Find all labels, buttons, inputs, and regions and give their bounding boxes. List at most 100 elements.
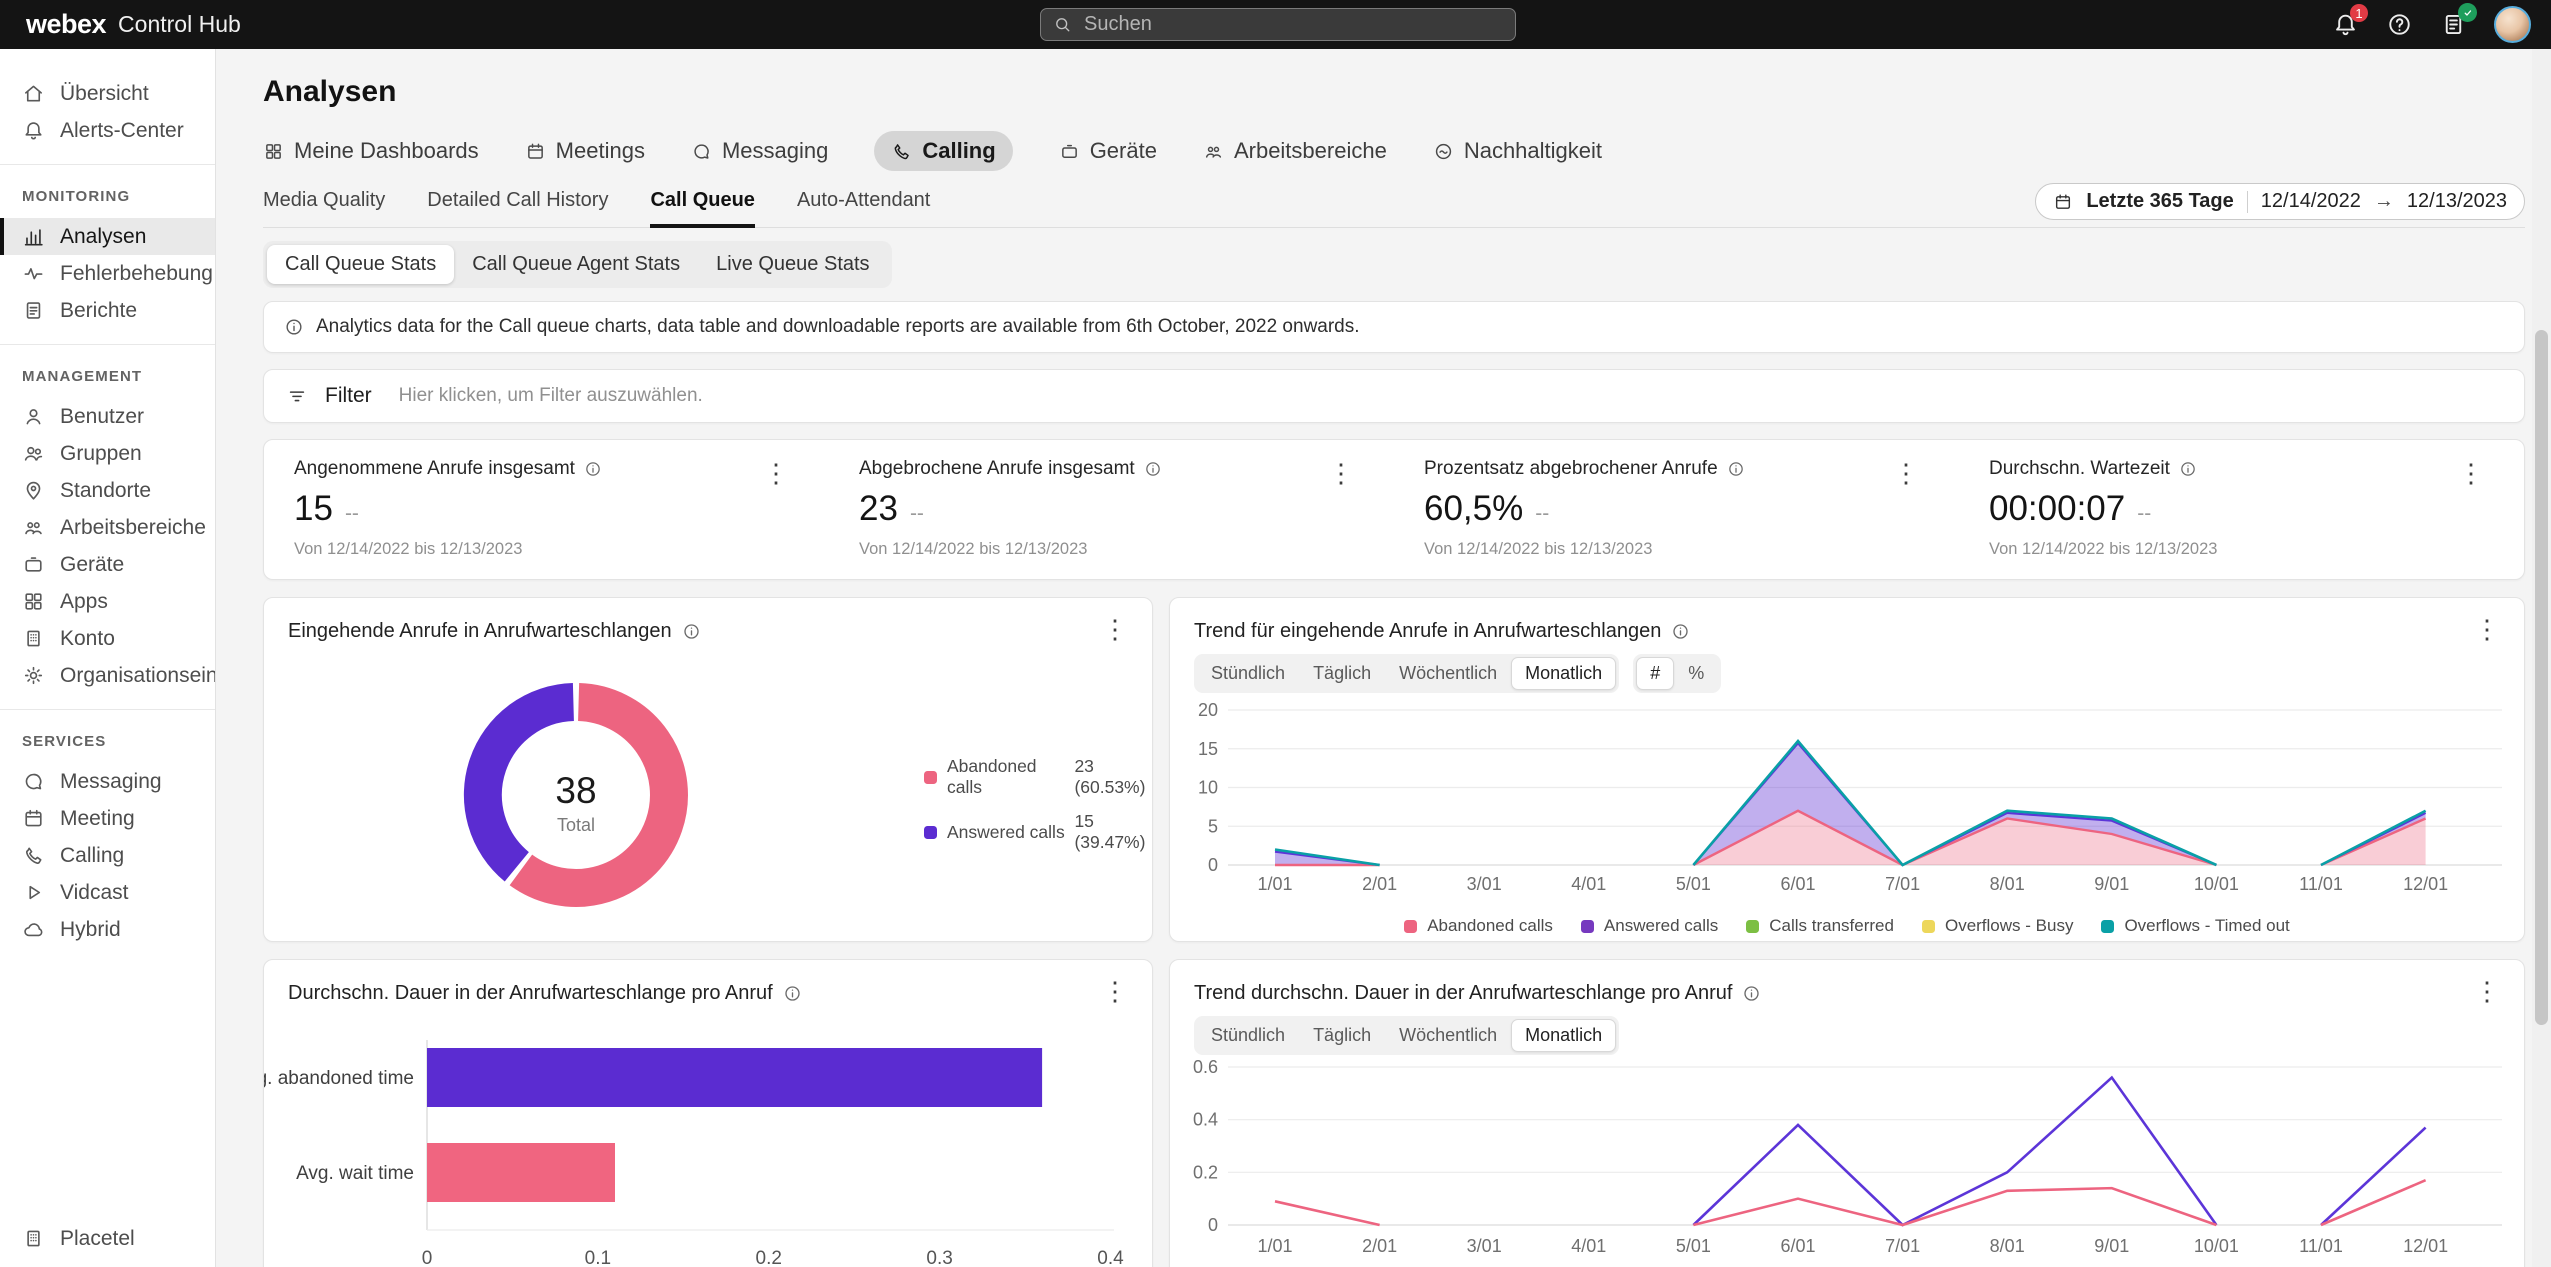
sidebar-item-calling[interactable]: Calling [0, 837, 215, 874]
sidebar-item-standorte[interactable]: Standorte [0, 472, 215, 509]
trend-calls-unit: #% [1633, 654, 1721, 693]
svg-text:4/01: 4/01 [1571, 874, 1606, 894]
sidebar-item-bersicht[interactable]: Übersicht [0, 75, 215, 112]
global-search[interactable] [1040, 8, 1516, 41]
tab-meine-dashboards[interactable]: Meine Dashboards [263, 131, 479, 171]
trend-calls-interval-t-glich[interactable]: Täglich [1299, 657, 1385, 690]
trend-duration-interval-st-ndlich[interactable]: Stündlich [1197, 1019, 1299, 1052]
info-icon [1727, 460, 1745, 478]
trend-duration-chart: 0.60.40.201/012/013/014/015/016/017/018/… [1170, 1060, 2526, 1267]
svg-text:15: 15 [1198, 739, 1218, 759]
webex-logo: webex [26, 9, 106, 40]
info-icon [284, 317, 304, 337]
scrollbar-thumb[interactable] [2535, 330, 2548, 1025]
legend-item: Abandoned calls23 (60.53%) [924, 756, 1160, 798]
info-icon[interactable] [1671, 622, 1690, 641]
info-banner: Analytics data for the Call queue charts… [263, 301, 2525, 353]
trend-calls-unit-%[interactable]: % [1674, 657, 1718, 690]
sidebar-item-vidcast[interactable]: Vidcast [0, 874, 215, 911]
pill-call-queue-stats[interactable]: Call Queue Stats [267, 245, 454, 284]
kpi-angenommene-anrufe-insgesamt: Angenommene Anrufe insgesamt ⋮ 15-- Von … [264, 458, 829, 559]
kebab-menu-icon[interactable]: ⋮ [2458, 460, 2484, 486]
tab-ger-te[interactable]: Geräte [1059, 131, 1157, 171]
svg-text:8/01: 8/01 [1990, 874, 2025, 894]
trend-calls-unit-#[interactable]: # [1636, 657, 1674, 690]
sidebar-item-benutzer[interactable]: Benutzer [0, 398, 215, 435]
svg-text:Avg. abandoned time: Avg. abandoned time [264, 1068, 414, 1089]
tab-calling[interactable]: Calling [874, 131, 1012, 171]
calendar-icon [2053, 192, 2073, 212]
sidebar-item-meeting[interactable]: Meeting [0, 800, 215, 837]
trend-duration-interval-monatlich[interactable]: Monatlich [1511, 1019, 1616, 1052]
trend-duration-interval-t-glich[interactable]: Täglich [1299, 1019, 1385, 1052]
kebab-menu-icon[interactable]: ⋮ [1893, 460, 1919, 486]
kebab-menu-icon[interactable]: ⋮ [2474, 616, 2500, 642]
tasks-button[interactable] [2440, 11, 2467, 38]
sidebar-item-hybrid[interactable]: Hybrid [0, 911, 215, 948]
sidebar-item-ger-te[interactable]: Geräte [0, 546, 215, 583]
kpi-durchschn-wartezeit: Durchschn. Wartezeit ⋮ 00:00:07-- Von 12… [1959, 458, 2524, 559]
subtab-detailed-call-history[interactable]: Detailed Call History [427, 179, 608, 227]
info-icon [1144, 460, 1162, 478]
sidebar-item-arbeitsbereiche[interactable]: Arbeitsbereiche [0, 509, 215, 546]
avatar[interactable] [2494, 6, 2531, 43]
report-icon [22, 299, 45, 322]
svg-text:11/01: 11/01 [2299, 1236, 2343, 1256]
filter-bar[interactable]: Filter Hier klicken, um Filter auszuwähl… [263, 369, 2525, 423]
trend-calls-interval-st-ndlich[interactable]: Stündlich [1197, 657, 1299, 690]
date-range-picker[interactable]: Letzte 365 Tage 12/14/2022 → 12/13/2023 [2035, 183, 2525, 220]
sidebar-item-apps[interactable]: Apps [0, 583, 215, 620]
trend-calls-interval-w-chentlich[interactable]: Wöchentlich [1385, 657, 1511, 690]
search-input[interactable] [1082, 12, 1503, 37]
svg-text:12/01: 12/01 [2403, 1236, 2448, 1256]
divider [0, 164, 215, 165]
kebab-menu-icon[interactable]: ⋮ [1328, 460, 1354, 486]
trend-calls-legend: Abandoned callsAnswered callsCalls trans… [1170, 916, 2524, 936]
sidebar-item-messaging[interactable]: Messaging [0, 763, 215, 800]
info-icon[interactable] [783, 984, 802, 1003]
tab-messaging[interactable]: Messaging [691, 131, 828, 171]
sidebar-item-placetel[interactable]: Placetel [0, 1220, 215, 1257]
info-icon [1742, 984, 1761, 1003]
sidebar-item-fehlerbehebung[interactable]: Fehlerbehebung [0, 255, 215, 292]
tab-nachhaltigkeit[interactable]: Nachhaltigkeit [1433, 131, 1602, 171]
pill-live-queue-stats[interactable]: Live Queue Stats [698, 245, 887, 284]
kebab-menu-icon[interactable]: ⋮ [1102, 978, 1128, 1004]
kebab-menu-icon[interactable]: ⋮ [1102, 616, 1128, 642]
kebab-menu-icon[interactable]: ⋮ [763, 460, 789, 486]
subtab-call-queue[interactable]: Call Queue [650, 179, 754, 227]
building-icon [22, 1227, 45, 1250]
sidebar-item-berichte[interactable]: Berichte [0, 292, 215, 329]
info-icon [284, 317, 304, 337]
scrollbar-track[interactable] [2532, 49, 2551, 1267]
svg-text:Avg. wait time: Avg. wait time [296, 1163, 414, 1184]
help-button[interactable] [2386, 11, 2413, 38]
notifications-button[interactable]: 1 [2332, 11, 2359, 38]
sidebar-item-organisationseinstellun[interactable]: Organisationseinstellun... [0, 657, 215, 694]
sidebar-item-konto[interactable]: Konto [0, 620, 215, 657]
info-icon[interactable] [682, 622, 701, 641]
tab-meetings[interactable]: Meetings [525, 131, 645, 171]
phone-icon [22, 844, 45, 867]
arrow-right-icon: → [2374, 190, 2394, 213]
svg-text:5: 5 [1208, 816, 1218, 836]
home-icon [22, 82, 45, 105]
bell-icon [22, 119, 45, 142]
svg-text:20: 20 [1198, 703, 1218, 720]
subtab-auto-attendant[interactable]: Auto-Attendant [797, 179, 930, 227]
subtab-media-quality[interactable]: Media Quality [263, 179, 385, 227]
legend-item: Calls transferred [1746, 916, 1894, 936]
notification-badge: 1 [2350, 4, 2368, 22]
kebab-menu-icon[interactable]: ⋮ [2474, 978, 2500, 1004]
sidebar-item-analysen[interactable]: Analysen [0, 218, 215, 255]
trend-calls-interval-monatlich[interactable]: Monatlich [1511, 657, 1616, 690]
date-start[interactable]: 12/14/2022 [2261, 190, 2361, 213]
info-icon [783, 984, 802, 1003]
pill-call-queue-agent-stats[interactable]: Call Queue Agent Stats [454, 245, 698, 284]
tab-arbeitsbereiche[interactable]: Arbeitsbereiche [1203, 131, 1387, 171]
sidebar-item-gruppen[interactable]: Gruppen [0, 435, 215, 472]
date-end[interactable]: 12/13/2023 [2407, 190, 2507, 213]
sidebar-item-alerts-center[interactable]: Alerts-Center [0, 112, 215, 149]
info-icon[interactable] [1742, 984, 1761, 1003]
trend-duration-interval-w-chentlich[interactable]: Wöchentlich [1385, 1019, 1511, 1052]
